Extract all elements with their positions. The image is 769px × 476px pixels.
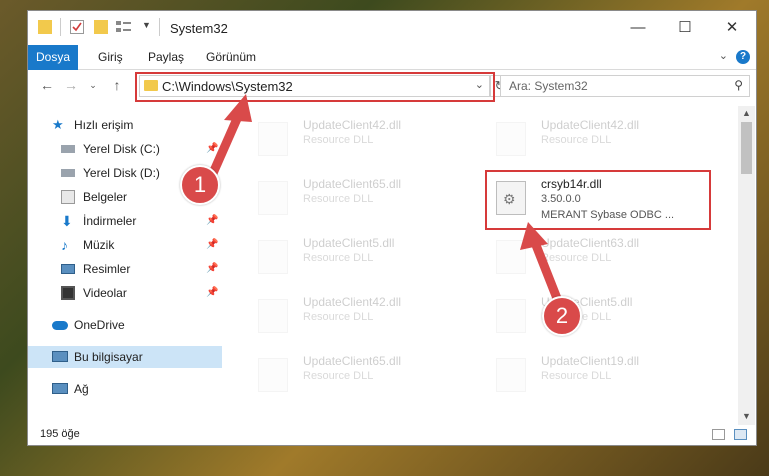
dll-file-icon: [496, 358, 526, 392]
navigation-pane: ★ Hızlı erişim Yerel Disk (C:) 📌 Yerel D…: [28, 106, 222, 416]
file-item[interactable]: UpdateClient42.dll Resource DLL: [243, 110, 473, 165]
sidebar-item-videos[interactable]: Videolar 📌: [28, 282, 222, 304]
pin-icon[interactable]: 📌: [206, 138, 218, 160]
new-folder-icon[interactable]: [94, 20, 108, 34]
computer-icon: [52, 351, 68, 362]
pictures-icon: [61, 264, 75, 274]
minimize-button[interactable]: —: [618, 17, 658, 39]
music-icon: ♪: [61, 237, 68, 253]
item-count: 195 öğe: [40, 428, 80, 440]
folder-icon: [38, 20, 52, 34]
network-icon: [52, 383, 68, 394]
step-badge-1: 1: [180, 165, 220, 205]
ribbon-tabs: Dosya Giriş Paylaş Görünüm ⌄ ?: [28, 45, 756, 100]
sidebar-item-downloads[interactable]: ⬇ İndirmeler 📌: [28, 210, 222, 232]
dll-file-icon: [496, 299, 526, 333]
sidebar-item-local-disk-c[interactable]: Yerel Disk (C:) 📌: [28, 138, 222, 160]
dll-file-icon: [496, 122, 526, 156]
star-icon: ★: [52, 117, 64, 132]
maximize-button[interactable]: ☐: [665, 17, 705, 39]
tab-view[interactable]: Görünüm: [196, 45, 266, 69]
up-button[interactable]: ↑: [108, 76, 126, 94]
sidebar-item-network[interactable]: Ağ: [28, 378, 222, 400]
search-input[interactable]: Ara: System32 ⚲: [500, 75, 750, 97]
search-icon: ⚲: [734, 78, 743, 92]
vertical-scrollbar[interactable]: ▲ ▼: [738, 106, 755, 426]
pin-icon[interactable]: 📌: [206, 210, 218, 232]
step-badge-2: 2: [542, 296, 582, 336]
help-icon[interactable]: ?: [736, 50, 750, 64]
dll-file-icon: [496, 240, 526, 274]
view-options-icon[interactable]: [116, 20, 131, 34]
search-placeholder: Ara: System32: [509, 79, 588, 93]
details-view-icon[interactable]: [712, 429, 725, 440]
video-icon: [61, 286, 75, 300]
explorer-window: ▼ System32 — ☐ ✕ Dosya Giriş Paylaş Görü…: [27, 10, 757, 446]
dll-file-icon: [258, 122, 288, 156]
tab-share[interactable]: Paylaş: [138, 45, 194, 69]
title-bar: ▼ System32 — ☐ ✕: [28, 11, 756, 45]
cloud-icon: [52, 321, 68, 330]
scroll-up-icon[interactable]: ▲: [738, 106, 755, 121]
sidebar-item-quick-access[interactable]: ★ Hızlı erişim: [28, 114, 222, 136]
file-item[interactable]: UpdateClient19.dll Resource DLL: [481, 346, 711, 401]
recent-locations-icon[interactable]: ⌄: [84, 76, 102, 94]
pin-icon[interactable]: 📌: [206, 234, 218, 256]
drive-icon: [61, 145, 75, 153]
file-list: UpdateClient42.dll Resource DLL UpdateCl…: [233, 106, 738, 416]
status-bar: 195 öğe: [28, 425, 756, 445]
file-item[interactable]: UpdateClient65.dll Resource DLL: [243, 169, 473, 224]
sidebar-item-onedrive[interactable]: OneDrive: [28, 314, 222, 336]
dll-file-icon: [258, 358, 288, 392]
file-item[interactable]: UpdateClient5.dll Resource DLL: [481, 287, 711, 342]
properties-icon[interactable]: [70, 20, 84, 34]
file-item[interactable]: UpdateClient63.dll Resource DLL: [481, 228, 711, 283]
sidebar-item-this-pc[interactable]: Bu bilgisayar: [28, 346, 222, 368]
documents-icon: [61, 190, 75, 204]
drive-icon: [61, 169, 75, 177]
dll-file-icon: [258, 299, 288, 333]
sidebar-item-music[interactable]: ♪ Müzik 📌: [28, 234, 222, 256]
scroll-down-icon[interactable]: ▼: [738, 409, 755, 424]
file-item[interactable]: UpdateClient42.dll Resource DLL: [243, 287, 473, 342]
file-item[interactable]: UpdateClient5.dll Resource DLL: [243, 228, 473, 283]
quick-access-dropdown-icon[interactable]: ▼: [142, 20, 151, 30]
back-button[interactable]: ←: [38, 76, 56, 94]
address-highlight: [135, 72, 495, 102]
scroll-thumb[interactable]: [741, 122, 752, 174]
ribbon-expand-icon[interactable]: ⌄: [719, 49, 728, 62]
sidebar-item-pictures[interactable]: Resimler 📌: [28, 258, 222, 280]
file-item[interactable]: UpdateClient65.dll Resource DLL: [243, 346, 473, 401]
pin-icon[interactable]: 📌: [206, 282, 218, 304]
forward-button[interactable]: →: [62, 76, 80, 94]
file-highlight: [485, 170, 711, 230]
dll-file-icon: [258, 240, 288, 274]
close-button[interactable]: ✕: [712, 17, 752, 39]
pin-icon[interactable]: 📌: [206, 258, 218, 280]
large-icons-view-icon[interactable]: [734, 429, 747, 440]
file-item[interactable]: UpdateClient42.dll Resource DLL: [481, 110, 711, 165]
tab-home[interactable]: Giriş: [88, 45, 133, 69]
dll-file-icon: [258, 181, 288, 215]
download-icon: ⬇: [61, 213, 73, 229]
window-title: System32: [170, 21, 228, 36]
